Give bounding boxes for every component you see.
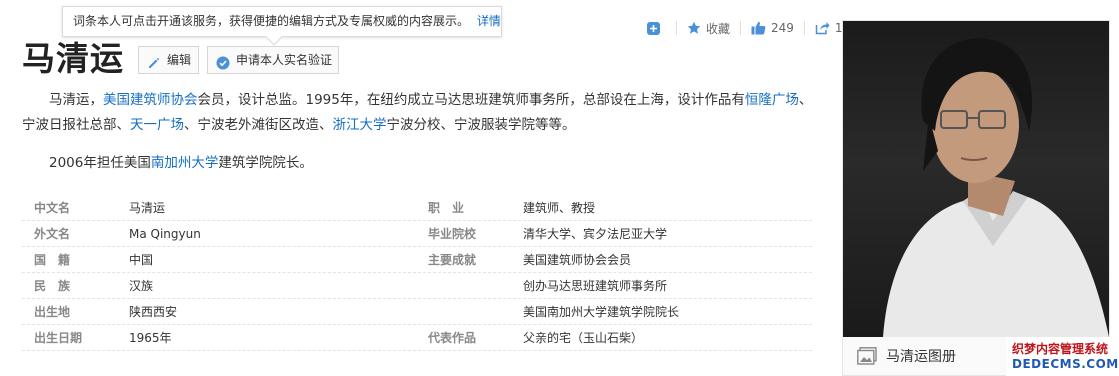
info-value: 父亲的宅（玉山石柴）: [523, 331, 644, 345]
intro-paragraph-2: 2006年担任美国南加州大学建筑学院院长。: [22, 151, 818, 176]
intro-link[interactable]: 恒隆广场: [745, 92, 799, 108]
like-count: 249: [771, 21, 794, 35]
portrait-card[interactable]: 马清运图册: [842, 20, 1110, 376]
add-icon: [647, 21, 660, 35]
info-row: 国 籍 中国 主要成就 美国建筑师协会会员: [22, 247, 812, 273]
info-label: 民 族: [34, 279, 71, 293]
info-value: 美国建筑师协会会员: [523, 253, 632, 267]
info-value: 中国: [129, 253, 154, 267]
info-value: 清华大学、宾夕法尼亚大学: [523, 227, 668, 241]
info-label: 主要成就: [428, 253, 477, 267]
intro-text: 宁波分校、宁波服装学院等等。: [386, 117, 576, 133]
image-gallery-icon: [857, 347, 877, 365]
intro-text: 马清运，: [49, 92, 103, 108]
info-value: 汉族: [129, 279, 154, 293]
pencil-icon: [147, 53, 161, 68]
intro-paragraph-1: 马清运，美国建筑师协会会员，设计总监。1995年，在纽约成立马达思班建筑师事务所…: [22, 88, 818, 138]
info-value: 建筑师、教授: [523, 201, 596, 215]
like-button[interactable]: 249: [751, 21, 794, 35]
collect-label: 收藏: [706, 21, 731, 36]
info-row: 出生日期 1965年 代表作品 父亲的宅（玉山石柴）: [22, 325, 812, 351]
collect-button[interactable]: 收藏: [687, 20, 730, 37]
verify-button-label: 申请本人实名验证: [236, 53, 333, 67]
watermark-line-1: 织梦内容管理系统: [1012, 342, 1109, 356]
info-row: 中文名 马清运 职 业 建筑师、教授: [22, 195, 812, 221]
tooltip-arrow: [265, 28, 283, 46]
album-label: 马清运图册: [886, 349, 956, 365]
info-value: 1965年: [129, 331, 172, 345]
watermark-line-2: DEDECMS.COM: [1012, 357, 1119, 371]
info-label: 毕业院校: [428, 227, 477, 241]
intro-link[interactable]: 美国建筑师协会: [103, 92, 198, 108]
tooltip-text: 词条本人可点击开通该服务，获得便捷的编辑方式及专属权威的内容展示。: [73, 14, 470, 28]
info-value: 陕西西安: [129, 305, 178, 319]
basic-info-table: 中文名 马清运 职 业 建筑师、教授外文名 Ma Qingyun 毕业院校 清华大学、宾夕法…: [22, 195, 812, 351]
site-watermark: 织梦内容管理系统 DEDECMS.COM: [1006, 337, 1119, 376]
info-row: 外文名 Ma Qingyun 毕业院校 清华大学、宾夕法尼亚大学: [22, 221, 812, 247]
intro-text: 2006年担任美国: [49, 155, 151, 171]
info-label: 国 籍: [34, 253, 71, 267]
info-label: 出生地: [34, 305, 71, 319]
thumbs-up-icon: [751, 21, 766, 35]
info-label: 外文名: [34, 227, 71, 241]
edit-button-label: 编辑: [167, 53, 192, 67]
info-row: 出生地 陕西西安 美国南加州大学建筑学院院长: [22, 299, 812, 325]
intro-link[interactable]: 天一广场: [130, 117, 184, 133]
intro-link[interactable]: 浙江大学: [333, 117, 387, 133]
intro-text: 会员，设计总监。1995年，在纽约成立马达思班建筑师事务所，总部设在上海，设计作…: [197, 92, 745, 108]
intro-link[interactable]: 南加州大学: [151, 155, 219, 171]
edit-button[interactable]: 编辑: [138, 46, 199, 74]
info-label: 中文名: [34, 201, 71, 215]
verified-badge-icon: [216, 53, 230, 70]
info-value: Ma Qingyun: [129, 227, 201, 241]
tooltip-details-link[interactable]: 详情: [477, 14, 501, 28]
entry-toolbar: 收藏 249 11: [646, 18, 850, 38]
intro-text: 、宁波老外滩街区改造、: [184, 117, 333, 133]
share-icon: [815, 22, 830, 35]
toolbar-divider: [740, 21, 742, 35]
intro-text: 建筑学院院长。: [218, 155, 313, 171]
info-value: 创办马达思班建筑师事务所: [523, 279, 668, 293]
info-label: 代表作品: [428, 331, 477, 345]
add-icon-button[interactable]: [646, 21, 666, 36]
star-icon: [687, 21, 701, 34]
page-title: 马清运: [22, 39, 124, 78]
info-label: 出生日期: [34, 331, 83, 345]
info-row: 民 族 汉族 创办马达思班建筑师事务所: [22, 273, 812, 299]
info-value: 马清运: [129, 201, 166, 215]
info-value: 美国南加州大学建筑学院院长: [523, 305, 680, 319]
intro-section: 马清运，美国建筑师协会会员，设计总监。1995年，在纽约成立马达思班建筑师事务所…: [22, 88, 818, 176]
toolbar-divider: [676, 21, 677, 35]
claim-service-tooltip: 词条本人可点击开通该服务，获得便捷的编辑方式及专属权威的内容展示。 详情: [62, 6, 502, 46]
portrait-photo[interactable]: [843, 21, 1109, 337]
verify-identity-button[interactable]: 申请本人实名验证: [207, 46, 339, 74]
toolbar-divider: [803, 21, 805, 35]
info-label: 职 业: [428, 201, 465, 215]
